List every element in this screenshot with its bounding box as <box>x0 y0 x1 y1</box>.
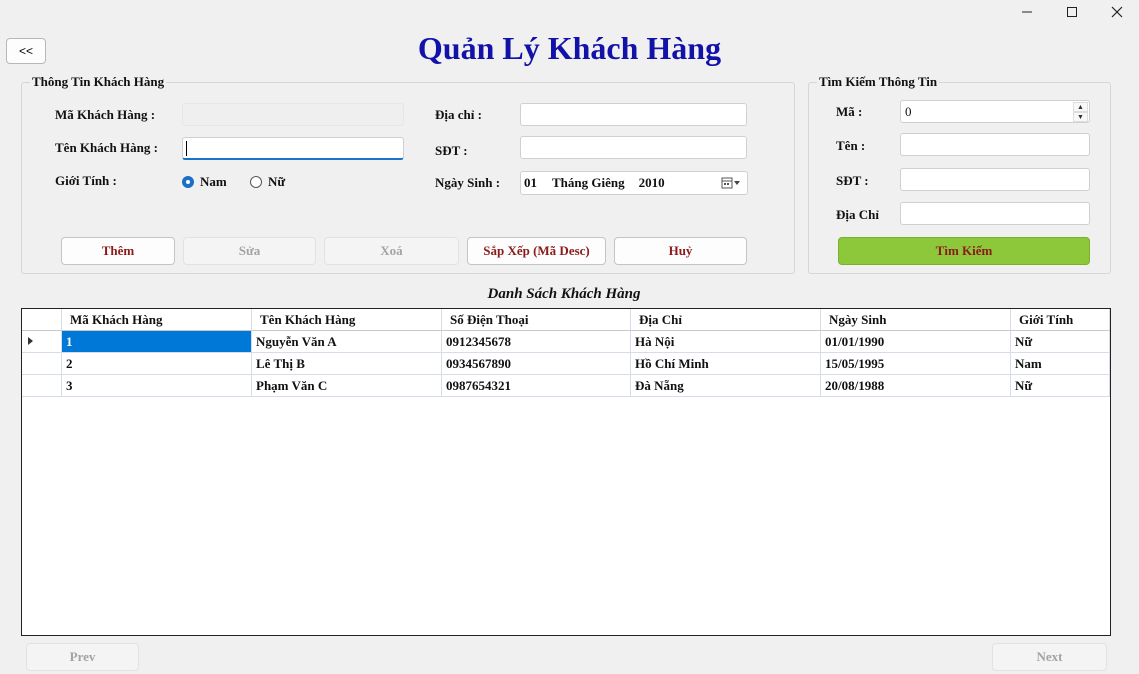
address-field[interactable] <box>520 103 747 126</box>
cell-address[interactable]: Hà Nội <box>631 331 821 353</box>
customer-name-label: Tên Khách Hàng : <box>55 140 158 155</box>
customer-grid[interactable]: Mã Khách Hàng Tên Khách Hàng Số Điện Tho… <box>21 308 1111 636</box>
add-button[interactable]: Thêm <box>61 237 175 265</box>
stepper-up-icon[interactable]: ▲ <box>1073 102 1088 112</box>
search-address-field[interactable] <box>900 202 1090 225</box>
search-address-label: Địa Chỉ <box>836 207 879 222</box>
cell-birthdate[interactable]: 15/05/1995 <box>821 353 1011 375</box>
cell-name[interactable]: Nguyễn Văn A <box>252 331 442 353</box>
calendar-dropdown-icon[interactable] <box>721 176 741 194</box>
customer-info-title: Thông Tin Khách Hàng <box>30 74 167 90</box>
phone-label: SĐT : <box>435 143 468 158</box>
gender-radio-nam[interactable]: Nam <box>182 174 227 190</box>
gender-label: Giới Tính : <box>55 173 117 188</box>
customer-name-field[interactable] <box>182 137 404 160</box>
list-title: Danh Sách Khách Hàng <box>487 286 641 302</box>
column-header-gender[interactable]: Giới Tính <box>1011 309 1110 331</box>
minimize-icon[interactable] <box>1004 0 1050 24</box>
cell-id[interactable]: 1 <box>62 331 252 353</box>
cell-gender[interactable]: Nam <box>1011 353 1110 375</box>
stepper-arrows[interactable]: ▲ ▼ <box>1073 102 1088 122</box>
text-caret <box>186 141 187 156</box>
gender-radio-nu[interactable]: Nữ <box>250 174 285 190</box>
grid-header-row: Mã Khách Hàng Tên Khách Hàng Số Điện Tho… <box>22 309 1110 331</box>
cancel-button[interactable]: Huỷ <box>614 237 747 265</box>
column-header-phone[interactable]: Số Điện Thoại <box>442 309 631 331</box>
search-id-label: Mã : <box>836 104 863 119</box>
radio-unchecked-icon <box>250 176 262 188</box>
search-phone-label: SĐT : <box>836 173 869 188</box>
cell-address[interactable]: Đà Nẵng <box>631 375 821 397</box>
table-row[interactable]: 3 Phạm Văn C 0987654321 Đà Nẵng 20/08/19… <box>22 375 1110 397</box>
column-header-id[interactable]: Mã Khách Hàng <box>62 309 252 331</box>
search-phone-field[interactable] <box>900 168 1090 191</box>
prev-page-button[interactable]: Prev <box>26 643 139 671</box>
phone-field[interactable] <box>520 136 747 159</box>
birthdate-day[interactable]: 01 <box>524 175 537 191</box>
column-header-address[interactable]: Địa Chỉ <box>631 309 821 331</box>
row-header[interactable] <box>22 331 62 353</box>
search-button[interactable]: Tìm Kiếm <box>838 237 1090 265</box>
cell-phone[interactable]: 0987654321 <box>442 375 631 397</box>
address-label: Địa chỉ : <box>435 107 482 122</box>
cell-gender[interactable]: Nữ <box>1011 375 1110 397</box>
column-header-birthdate[interactable]: Ngày Sinh <box>821 309 1011 331</box>
cell-id[interactable]: 3 <box>62 375 252 397</box>
maximize-icon[interactable] <box>1049 0 1095 24</box>
birthdate-label: Ngày Sinh : <box>435 175 501 190</box>
page-title: Quản Lý Khách Hàng <box>417 30 722 66</box>
edit-button[interactable]: Sửa <box>183 237 316 265</box>
search-name-label: Tên : <box>836 138 866 153</box>
close-icon[interactable] <box>1094 0 1139 24</box>
birthdate-month[interactable]: Tháng Giêng <box>552 175 625 191</box>
row-header-corner <box>22 309 62 331</box>
cell-phone[interactable]: 0934567890 <box>442 353 631 375</box>
birthdate-picker[interactable]: 01 Tháng Giêng 2010 <box>520 171 748 195</box>
column-header-name[interactable]: Tên Khách Hàng <box>252 309 442 331</box>
delete-button[interactable]: Xoá <box>324 237 459 265</box>
search-name-field[interactable] <box>900 133 1090 156</box>
cell-phone[interactable]: 0912345678 <box>442 331 631 353</box>
radio-checked-icon <box>182 176 194 188</box>
cell-id[interactable]: 2 <box>62 353 252 375</box>
cell-gender[interactable]: Nữ <box>1011 331 1110 353</box>
table-row[interactable]: 1 Nguyễn Văn A 0912345678 Hà Nội 01/01/1… <box>22 331 1110 353</box>
customer-id-label: Mã Khách Hàng : <box>55 107 156 122</box>
birthdate-year[interactable]: 2010 <box>639 175 665 191</box>
search-group-title: Tìm Kiếm Thông Tin <box>817 74 940 90</box>
stepper-down-icon[interactable]: ▼ <box>1073 112 1088 122</box>
table-row[interactable]: 2 Lê Thị B 0934567890 Hồ Chí Minh 15/05/… <box>22 353 1110 375</box>
cell-birthdate[interactable]: 20/08/1988 <box>821 375 1011 397</box>
next-page-button[interactable]: Next <box>992 643 1107 671</box>
search-id-stepper[interactable]: 0 ▲ ▼ <box>900 100 1090 123</box>
cell-name[interactable]: Phạm Văn C <box>252 375 442 397</box>
cell-birthdate[interactable]: 01/01/1990 <box>821 331 1011 353</box>
row-header[interactable] <box>22 353 62 375</box>
row-header[interactable] <box>22 375 62 397</box>
cell-address[interactable]: Hồ Chí Minh <box>631 353 821 375</box>
current-row-arrow-icon <box>28 337 33 345</box>
cell-name[interactable]: Lê Thị B <box>252 353 442 375</box>
customer-id-field[interactable] <box>182 103 404 126</box>
sort-button[interactable]: Sắp Xếp (Mã Desc) <box>467 237 606 265</box>
